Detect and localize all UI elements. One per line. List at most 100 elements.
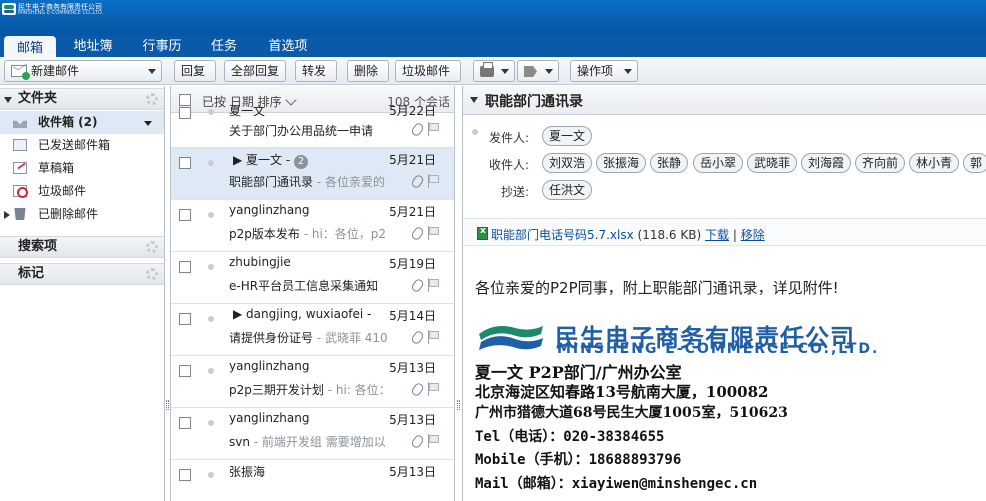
signature-mobile: Mobile（手机）：18688893796 [475,452,682,468]
row-checkbox[interactable] [179,261,191,273]
gear-icon[interactable] [146,93,158,105]
sidebar-item-trash[interactable]: 已删除邮件 [0,203,164,226]
download-link[interactable]: 下载 [705,228,729,242]
reply-all-button[interactable]: 全部回复 [224,60,286,82]
tab-preferences[interactable]: 首选项 [258,36,318,57]
chevron-down-icon[interactable] [501,69,509,74]
cc-chip[interactable]: 任洪文 [542,180,593,200]
tags-section-header[interactable]: 标记 [0,263,164,285]
new-mail-button[interactable]: 新建邮件 [4,60,162,82]
unread-dot-icon[interactable] [208,368,214,374]
date: 5月14日 [389,309,436,323]
delete-button[interactable]: 删除 [347,60,389,82]
tab-tasks[interactable]: 任务 [202,36,246,57]
list-item[interactable]: ▶ 夏一文 - 2 5月21日 职能部门通讯录 - 各位亲爱的 [171,148,454,200]
flag-icon[interactable] [428,330,439,344]
to-chip[interactable]: 岳小翠 [693,153,744,173]
row-checkbox[interactable] [179,107,191,119]
date: 5月21日 [389,205,436,219]
row-checkbox[interactable] [179,313,191,325]
to-chip[interactable]: 齐向前 [855,153,906,173]
row-checkbox[interactable] [179,365,191,377]
subject-line: 关于部门办公用品统一申请 [229,122,387,139]
gear-icon[interactable] [146,241,158,253]
excel-file-icon [477,226,488,240]
list-item[interactable]: yanglinzhang 5月21日 p2p版本发布 - hi：各位，p2 [171,200,454,252]
subject-line: 职能部门通讯录 - 各位亲爱的 [229,173,387,190]
junk-button[interactable]: 垃圾邮件 [395,60,461,82]
row-checkbox[interactable] [179,209,191,221]
unread-dot-icon[interactable] [208,420,214,426]
chevron-down-icon[interactable] [144,121,152,126]
gear-icon[interactable] [146,268,158,280]
preview: - 各位亲爱的 [313,175,385,189]
list-item[interactable]: 夏一文 5月22日 关于部门办公用品统一申请 [171,104,454,148]
row-checkbox[interactable] [179,157,191,169]
flag-icon[interactable] [428,278,439,292]
to-chip[interactable]: 张静 [650,153,689,173]
unread-dot-icon[interactable] [208,109,214,115]
list-item[interactable]: yanglinzhang 5月13日 svn - 前端开发组 需要增加以 [171,408,454,460]
list-item[interactable]: yanglinzhang 5月13日 p2p三期开发计划 - hi: 各位： [171,356,454,408]
attachment-icon [410,173,425,190]
unread-dot-icon[interactable] [208,472,214,478]
collapse-icon[interactable] [4,97,12,103]
to-chip[interactable]: 刘双浩 [542,153,593,173]
flag-icon[interactable] [428,226,439,240]
sender: yanglinzhang [229,203,310,217]
chevron-down-icon[interactable] [148,69,156,74]
expand-icon[interactable] [4,211,10,219]
flag-icon[interactable] [428,122,439,136]
sort-icon[interactable] [285,94,297,106]
subject: p2p版本发布 [229,227,300,241]
folders-section-header[interactable]: 文件夹 [0,88,164,110]
collapse-icon[interactable] [470,97,478,103]
row-checkbox[interactable] [179,417,191,429]
row-checkbox[interactable] [179,469,191,481]
tab-mail[interactable]: 邮箱 [4,36,56,57]
flag-icon[interactable] [428,434,439,448]
reading-pane: 职能部门通讯录 发件人: 夏一文 收件人: 刘双浩 张振海 张静 岳小翠 武晓菲… [462,86,986,501]
sidebar-item-junk[interactable]: 垃圾邮件 [0,180,164,203]
from-chip[interactable]: 夏一文 [542,126,593,146]
unread-dot-icon[interactable] [208,316,214,322]
date: 5月13日 [389,413,436,427]
unread-dot-icon[interactable] [208,160,214,166]
attachment-icon [410,277,425,294]
flag-icon[interactable] [428,174,439,188]
tab-address-book[interactable]: 地址簿 [64,36,122,57]
actions-button[interactable]: 操作项 [570,60,638,82]
company-name-en: MINSHENG E-COMMERCE CO.,LTD. [557,341,880,357]
tag-button[interactable] [517,60,559,82]
logo-mark-icon [2,3,16,15]
attachment-name[interactable]: 职能部门电话号码5.7.xlsx [491,228,634,242]
chevron-down-icon[interactable] [624,69,632,74]
forward-button[interactable]: 转发 [295,60,337,82]
splitter-handle[interactable] [457,400,460,410]
subject: 职能部门通讯录 [229,175,314,189]
list-item[interactable]: 张振海 5月13日 [171,460,454,501]
tab-calendar[interactable]: 行事历 [134,36,190,57]
list-item[interactable]: zhubingjie 5月19日 e-HR平台员工信息采集通知 [171,252,454,304]
unread-dot-icon[interactable] [208,264,214,270]
sidebar-item-inbox[interactable]: 收件箱 (2) [0,111,164,134]
to-chip[interactable]: 张振海 [596,153,647,173]
reply-button[interactable]: 回复 [174,60,216,82]
search-section-header[interactable]: 搜索项 [0,236,164,258]
unread-dot-icon[interactable] [208,212,214,218]
list-item[interactable]: ▶ dangjing, wuxiaofei - 5月14日 请提供身份证号 - … [171,304,454,356]
flag-icon[interactable] [428,382,439,396]
to-chip[interactable]: 武晓菲 [747,153,798,173]
print-button[interactable] [473,60,515,82]
subject: e-HR平台员工信息采集通知 [229,279,379,293]
remove-link[interactable]: 移除 [741,228,765,242]
main-tabs: 邮箱 地址簿 行事历 任务 首选项 [0,36,986,57]
to-chip[interactable]: 林小青 [909,153,960,173]
splitter-handle[interactable] [166,400,169,410]
sidebar-item-drafts[interactable]: 草稿箱 [0,157,164,180]
chevron-down-icon[interactable] [545,69,553,74]
to-chip[interactable]: 刘海霞 [801,153,852,173]
sidebar-item-label: 已删除邮件 [38,207,99,221]
sidebar-item-sent[interactable]: 已发送邮件箱 [0,134,164,157]
to-chip[interactable]: 郭 [963,153,986,173]
